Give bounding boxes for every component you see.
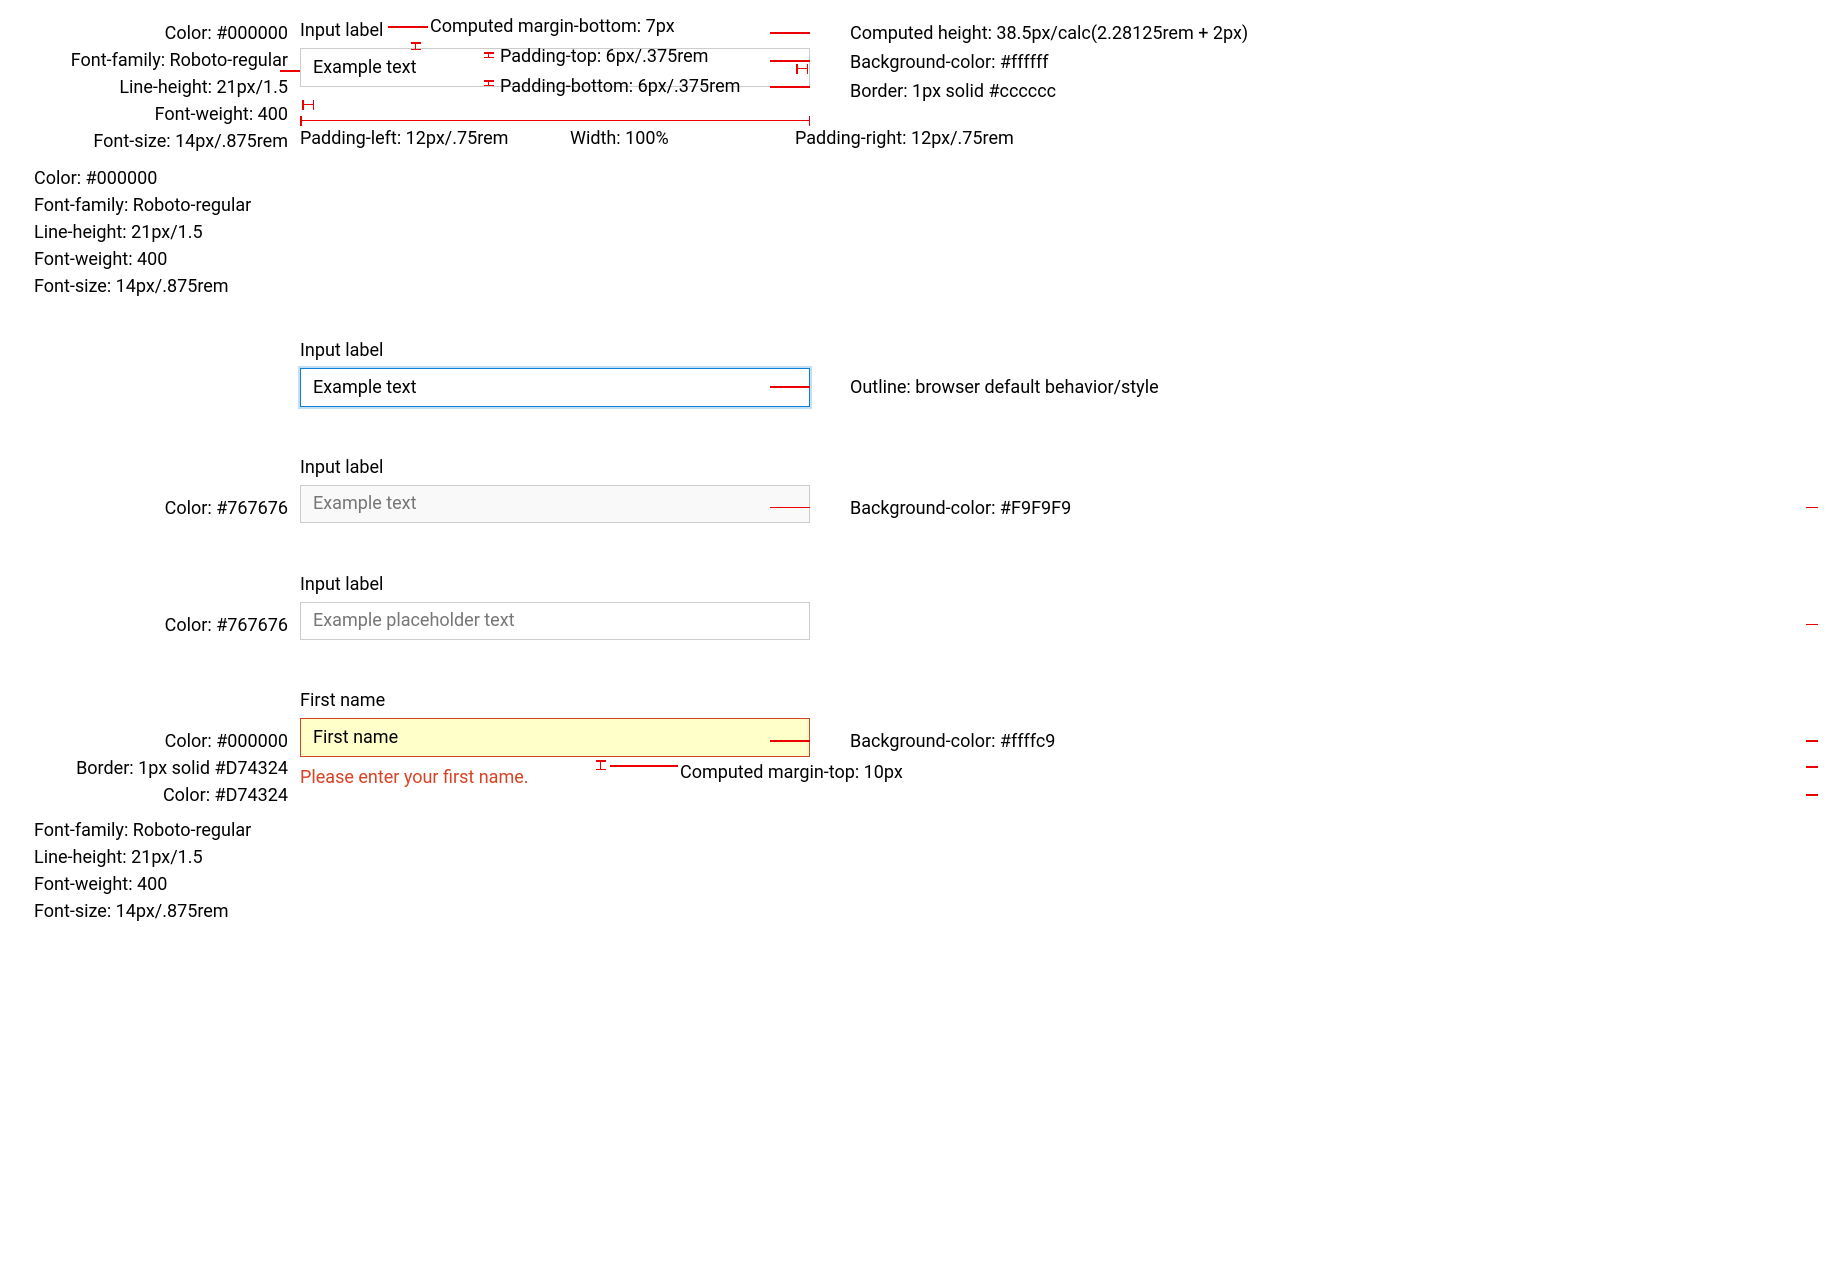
spec-line-height: Line-height: 21px/1.5: [34, 219, 300, 246]
spec-color: Color: #000000: [20, 20, 288, 47]
left-specs: Color: #000000 Border: 1px solid #D74324…: [20, 690, 300, 809]
spec-font-size: Font-size: 14px/.875rem: [34, 273, 300, 300]
spec-bg-color: Background-color: #F9F9F9: [850, 495, 1071, 522]
spec-font-family: Font-family: Roboto-regular: [34, 192, 300, 219]
measure-margin-top: [600, 760, 601, 770]
spec-outline: Outline: browser default behavior/style: [850, 374, 1159, 401]
measure-padding-top: [488, 52, 489, 58]
connector-line: [770, 32, 810, 34]
spec-row-disabled: Color: #767676 Input label Background-co…: [20, 457, 1806, 524]
left-specs: Color: #767676: [20, 457, 300, 522]
spec-color: Color: #767676: [20, 612, 288, 639]
connector-line: [770, 60, 810, 62]
measure-padding-bottom: [488, 80, 489, 86]
spec-row-focused: Input label Outline: browser default beh…: [20, 340, 1806, 407]
field-container: Input label: [300, 457, 810, 524]
annot-padding-bottom: Padding-bottom: 6px/.375rem: [500, 76, 740, 97]
text-input-focused[interactable]: [300, 368, 810, 407]
spec-bg-color: Background-color: #ffffff: [850, 49, 1248, 76]
annot-margin-bottom: Computed margin-bottom: 7px: [430, 16, 675, 37]
right-specs: Outline: browser default behavior/style: [810, 340, 1159, 403]
measure-margin-bottom: [415, 42, 416, 50]
spec-row-error: Color: #000000 Border: 1px solid #D74324…: [20, 690, 1806, 809]
connector-line: [388, 26, 428, 28]
spec-border: Border: 1px solid #D74324: [20, 755, 288, 782]
connector-line: [280, 70, 300, 72]
below-left-specs: Font-family: Roboto-regular Line-height:…: [20, 817, 300, 925]
connector-line: [770, 386, 810, 388]
spec-font-family: Font-family: Roboto-regular: [20, 47, 288, 74]
input-label: Input label: [300, 340, 810, 361]
annot-padding-left: Padding-left: 12px/.75rem: [300, 128, 508, 149]
spec-font-size: Font-size: 14px/.875rem: [34, 898, 300, 925]
annot-width: Width: 100%: [570, 128, 669, 149]
field-container: Input label: [300, 574, 810, 641]
measure-padding-right: [796, 68, 808, 69]
connector-line: [610, 765, 678, 767]
spec-row-placeholder: Color: #767676 Input label: [20, 574, 1806, 641]
spec-computed-height: Computed height: 38.5px/calc(2.28125rem …: [850, 20, 1248, 47]
annot-padding-top: Padding-top: 6px/.375rem: [500, 46, 708, 67]
spec-font-family: Font-family: Roboto-regular: [34, 817, 300, 844]
connector-line: [770, 740, 810, 742]
spec-font-size: Font-size: 14px/.875rem: [20, 128, 288, 155]
connector-line: [1806, 507, 1818, 509]
text-input-disabled: [300, 485, 810, 524]
text-input-placeholder[interactable]: [300, 602, 810, 641]
connector-line: [1806, 794, 1818, 796]
spec-line-height: Line-height: 21px/1.5: [34, 844, 300, 871]
annot-margin-top: Computed margin-top: 10px: [680, 762, 903, 783]
connector-line: [770, 86, 810, 88]
field-container: First name Computed margin-top: 10px Ple…: [300, 690, 810, 788]
spec-font-weight: Font-weight: 400: [20, 101, 288, 128]
annot-padding-right: Padding-right: 12px/.75rem: [795, 128, 1014, 149]
spec-color: Color: #000000: [34, 165, 300, 192]
spec-row-default: Color: #000000 Font-family: Roboto-regul…: [20, 20, 1806, 155]
connector-line: [770, 507, 810, 509]
right-specs: Computed height: 38.5px/calc(2.28125rem …: [810, 20, 1248, 107]
below-left-specs: Color: #000000 Font-family: Roboto-regul…: [20, 165, 300, 300]
right-specs: Background-color: #ffffc9: [810, 690, 1055, 757]
spec-color: Color: #767676: [20, 495, 288, 522]
connector-line: [1806, 740, 1818, 742]
spec-color: Color: #000000: [20, 728, 288, 755]
spec-bg-color: Background-color: #ffffc9: [850, 728, 1055, 755]
field-container: Input label Computed margin-bottom: 7px …: [300, 20, 810, 87]
left-specs: Color: #767676: [20, 574, 300, 639]
spec-border: Border: 1px solid #cccccc: [850, 78, 1248, 105]
field-container: Input label: [300, 340, 810, 407]
spec-font-weight: Font-weight: 400: [34, 246, 300, 273]
right-specs: Background-color: #F9F9F9: [810, 457, 1071, 524]
measure-width: [300, 120, 810, 121]
spec-font-weight: Font-weight: 400: [34, 871, 300, 898]
spec-below-left: Color: #000000 Font-family: Roboto-regul…: [20, 165, 1806, 300]
connector-line: [1806, 766, 1818, 768]
measure-padding-left: [302, 104, 314, 105]
spec-line-height: Line-height: 21px/1.5: [20, 74, 288, 101]
connector-line: [1806, 624, 1818, 626]
input-label: Input label: [300, 574, 810, 595]
input-label: Input label: [300, 457, 810, 478]
text-input-error[interactable]: [300, 718, 810, 757]
spec-below-left-error: Font-family: Roboto-regular Line-height:…: [20, 817, 1806, 925]
input-label: First name: [300, 690, 810, 711]
spec-error-color: Color: #D74324: [20, 782, 288, 809]
left-specs: Color: #000000 Font-family: Roboto-regul…: [20, 20, 300, 155]
